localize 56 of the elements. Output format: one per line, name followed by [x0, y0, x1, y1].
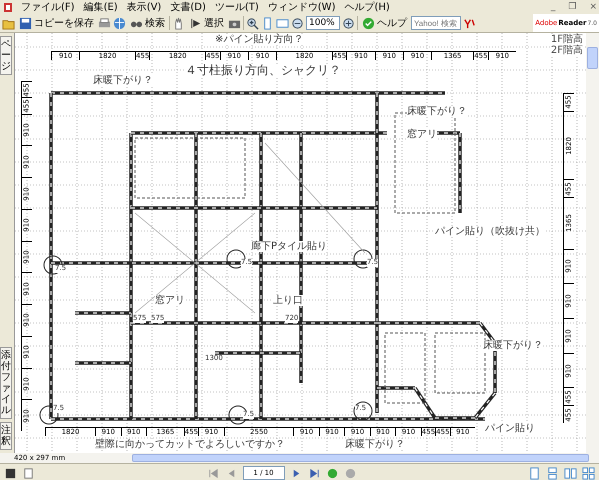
- annotation-text: 窓アリ: [155, 295, 185, 306]
- dashed-outline: [384, 332, 426, 404]
- checkmark-circle-icon: [362, 16, 375, 30]
- search-field[interactable]: Yahoo! 検索: [411, 16, 461, 30]
- back-circle-icon[interactable]: [344, 466, 356, 480]
- column-marker: [354, 402, 372, 420]
- nav-tab[interactable]: 注釈: [0, 422, 12, 450]
- window-control[interactable]: _: [548, 2, 558, 12]
- menu-item[interactable]: ウィンドウ(W): [268, 0, 336, 14]
- floor-height-label: 1F階高: [550, 34, 583, 45]
- annotation-text: 窓アリ: [407, 129, 437, 140]
- menu-item[interactable]: 編集(E): [84, 0, 118, 14]
- zoom-field[interactable]: 100%: [306, 16, 340, 30]
- annotation-text: ４寸柱振り方向、シャクリ？: [185, 64, 341, 78]
- annotation-text: ※パイン貼り方向？: [215, 34, 304, 45]
- annotation-text: 床暖下がり？: [483, 340, 543, 351]
- search-button[interactable]: 検索: [128, 16, 167, 30]
- annotation-text: 上り口: [273, 295, 303, 306]
- annotation-text: 床暖下がり？: [345, 439, 405, 450]
- first-page-icon[interactable]: [206, 466, 220, 480]
- help-button[interactable]: ヘルプ: [360, 16, 409, 30]
- globe-icon[interactable]: [113, 16, 126, 30]
- dashed-outline: [434, 332, 486, 394]
- select-button[interactable]: 選択: [187, 16, 226, 30]
- window-control[interactable]: ×: [587, 2, 599, 12]
- menu-item[interactable]: ヘルプ(H): [344, 0, 390, 14]
- nav-tab[interactable]: 添付ファイル: [0, 347, 12, 419]
- continuous-facing-icon[interactable]: [582, 466, 595, 480]
- app-icon: [4, 2, 12, 12]
- annotation-text: 床暖下がり？: [407, 106, 467, 117]
- vertical-scrollbar[interactable]: [586, 33, 599, 453]
- single-page-icon[interactable]: [528, 466, 541, 480]
- forward-circle-icon[interactable]: [326, 466, 338, 480]
- zoom-in-icon[interactable]: [246, 16, 259, 30]
- zoom-out-icon[interactable]: [291, 16, 304, 30]
- save-copy-button[interactable]: コピーを保存: [17, 16, 96, 30]
- y-logo-icon: [463, 16, 476, 30]
- annotation-text: 床暖下がり？: [93, 75, 153, 86]
- continuous-icon[interactable]: [546, 466, 559, 480]
- zoom-in-icon[interactable]: [342, 16, 355, 30]
- menu-item[interactable]: 表示(V): [126, 0, 162, 14]
- annotation-text: パイン貼り（吹抜け共）: [435, 226, 545, 237]
- nav-tab[interactable]: ページ: [0, 36, 12, 75]
- menu-item[interactable]: ファイル(F): [21, 0, 75, 14]
- floor-height-label: 2F階高: [550, 45, 583, 56]
- annotation-text: 壁際に向かってカットでよろしいですか？: [95, 439, 285, 450]
- annotation-text: パイン貼り: [485, 423, 535, 434]
- fit-width-icon[interactable]: [276, 16, 289, 30]
- facing-icon[interactable]: [564, 466, 577, 480]
- window-control[interactable]: ❐: [566, 2, 578, 12]
- menu-item[interactable]: ツール(T): [214, 0, 259, 14]
- printer-icon[interactable]: [98, 16, 111, 30]
- menu-item[interactable]: 文書(D): [170, 0, 206, 14]
- annotation-text: 廊下Pタイル貼り: [251, 241, 328, 252]
- last-page-icon[interactable]: [308, 466, 320, 480]
- page-icon[interactable]: [22, 466, 35, 480]
